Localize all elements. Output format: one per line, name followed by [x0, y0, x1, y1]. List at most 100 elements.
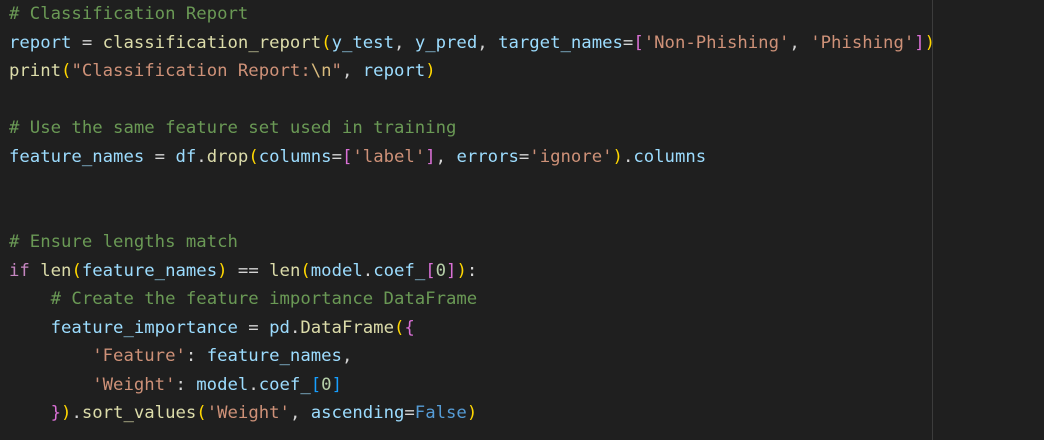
code-token: ,: [435, 146, 457, 167]
code-token: ): [456, 260, 467, 281]
code-token: 'Weight': [206, 403, 290, 423]
code-token: y_test: [331, 32, 394, 53]
code-token: (: [321, 32, 332, 53]
code-token: .: [196, 146, 207, 167]
code-token: ): [61, 403, 72, 423]
code-token: =: [331, 146, 342, 167]
code-token: [: [633, 32, 644, 53]
code-token: ): [217, 260, 228, 281]
code-line[interactable]: feature_names = df.drop(columns=['label'…: [9, 143, 935, 172]
code-line[interactable]: feature_importance = pd.DataFrame({: [9, 314, 935, 343]
code-token: len: [269, 260, 301, 281]
code-token: feature_names: [81, 260, 218, 281]
code-token: :: [185, 346, 207, 366]
code-token: =: [144, 146, 176, 167]
code-token: 'label': [352, 146, 426, 167]
code-token: ): [425, 61, 436, 81]
code-token: 'Weight': [92, 374, 176, 395]
code-token: .: [71, 403, 82, 423]
code-line[interactable]: [9, 86, 935, 115]
code-token: print: [9, 61, 62, 81]
code-token: (: [300, 260, 311, 281]
code-token: False: [414, 403, 467, 423]
code-token: "Classification Report:: [71, 61, 311, 81]
code-line[interactable]: # Create the feature importance DataFram…: [9, 285, 935, 314]
code-token: coef_: [373, 260, 426, 281]
code-token: [: [425, 260, 436, 281]
code-token: columns: [258, 146, 332, 167]
code-token: y_pred: [414, 32, 478, 53]
code-token: =: [237, 317, 270, 338]
code-token: # Create the feature importance DataFram…: [50, 289, 478, 309]
code-token: .: [362, 260, 374, 281]
code-token: ): [924, 32, 936, 53]
code-token: if: [9, 260, 30, 281]
code-area[interactable]: # Classification Report report = classifi…: [9, 0, 935, 428]
code-token: =: [518, 146, 530, 167]
code-token: sort_values: [81, 403, 197, 423]
code-token: report: [9, 32, 72, 53]
code-line[interactable]: 'Weight': model.coef_[0]: [9, 371, 935, 400]
code-token: ): [612, 146, 623, 167]
code-token: len: [40, 260, 72, 281]
code-token: .: [289, 317, 301, 338]
code-token: 'Non-Phishing': [643, 32, 790, 53]
code-token: :: [175, 374, 197, 395]
code-token: .: [622, 146, 634, 167]
code-token: [: [341, 146, 353, 167]
code-line[interactable]: if len(feature_names) == len(model.coef_…: [9, 257, 935, 286]
code-token: # Use the same feature set used in train…: [9, 118, 457, 138]
code-token: (: [248, 146, 259, 167]
code-token: ": [331, 61, 342, 81]
code-line[interactable]: # Use the same feature set used in train…: [9, 114, 935, 143]
code-token: report: [362, 61, 426, 81]
code-line[interactable]: # Ensure lengths match: [9, 228, 935, 257]
code-line[interactable]: # Classification Report: [9, 0, 935, 29]
code-token: [: [310, 374, 322, 395]
code-token: target_names: [498, 32, 623, 53]
code-editor[interactable]: # Classification Report report = classifi…: [0, 0, 1044, 440]
code-token: ,: [341, 61, 363, 81]
code-line[interactable]: }).sort_values('Weight', ascending=False…: [9, 399, 935, 428]
code-token: # Ensure lengths match: [9, 232, 238, 252]
code-token: =: [71, 32, 103, 53]
code-token: (: [393, 317, 405, 338]
code-token: ]: [914, 32, 925, 53]
code-token: ,: [789, 32, 811, 53]
code-token: =: [404, 403, 415, 423]
code-token: DataFrame: [300, 317, 394, 338]
code-token: }: [50, 403, 62, 423]
code-token: \n: [310, 61, 332, 81]
code-token: ,: [341, 346, 353, 366]
code-token: 'ignore': [529, 146, 613, 167]
code-token: 'Feature': [92, 346, 186, 366]
code-token: ,: [477, 32, 499, 53]
code-token: ]: [425, 146, 436, 167]
code-line[interactable]: [9, 171, 935, 200]
code-token: .: [248, 374, 259, 395]
code-line[interactable]: report = classification_report(y_test, y…: [9, 29, 935, 58]
code-token: drop: [206, 146, 249, 167]
code-token: ==: [227, 260, 270, 281]
code-line[interactable]: print("Classification Report:\n", report…: [9, 57, 935, 86]
code-token: ascending: [310, 403, 405, 423]
code-line[interactable]: [9, 200, 935, 229]
code-token: model: [310, 260, 363, 281]
code-token: :: [466, 260, 478, 281]
code-token: feature_names: [206, 346, 342, 366]
code-token: classification_report: [102, 32, 322, 53]
code-token: ]: [446, 260, 457, 281]
code-token: feature_importance: [50, 317, 238, 338]
code-token: ]: [331, 374, 342, 395]
code-token: (: [61, 61, 72, 81]
code-token: (: [71, 260, 82, 281]
code-token: 0: [321, 374, 332, 395]
code-line[interactable]: 'Feature': feature_names,: [9, 342, 935, 371]
code-token: coef_: [258, 374, 311, 395]
code-token: 0: [435, 260, 447, 281]
